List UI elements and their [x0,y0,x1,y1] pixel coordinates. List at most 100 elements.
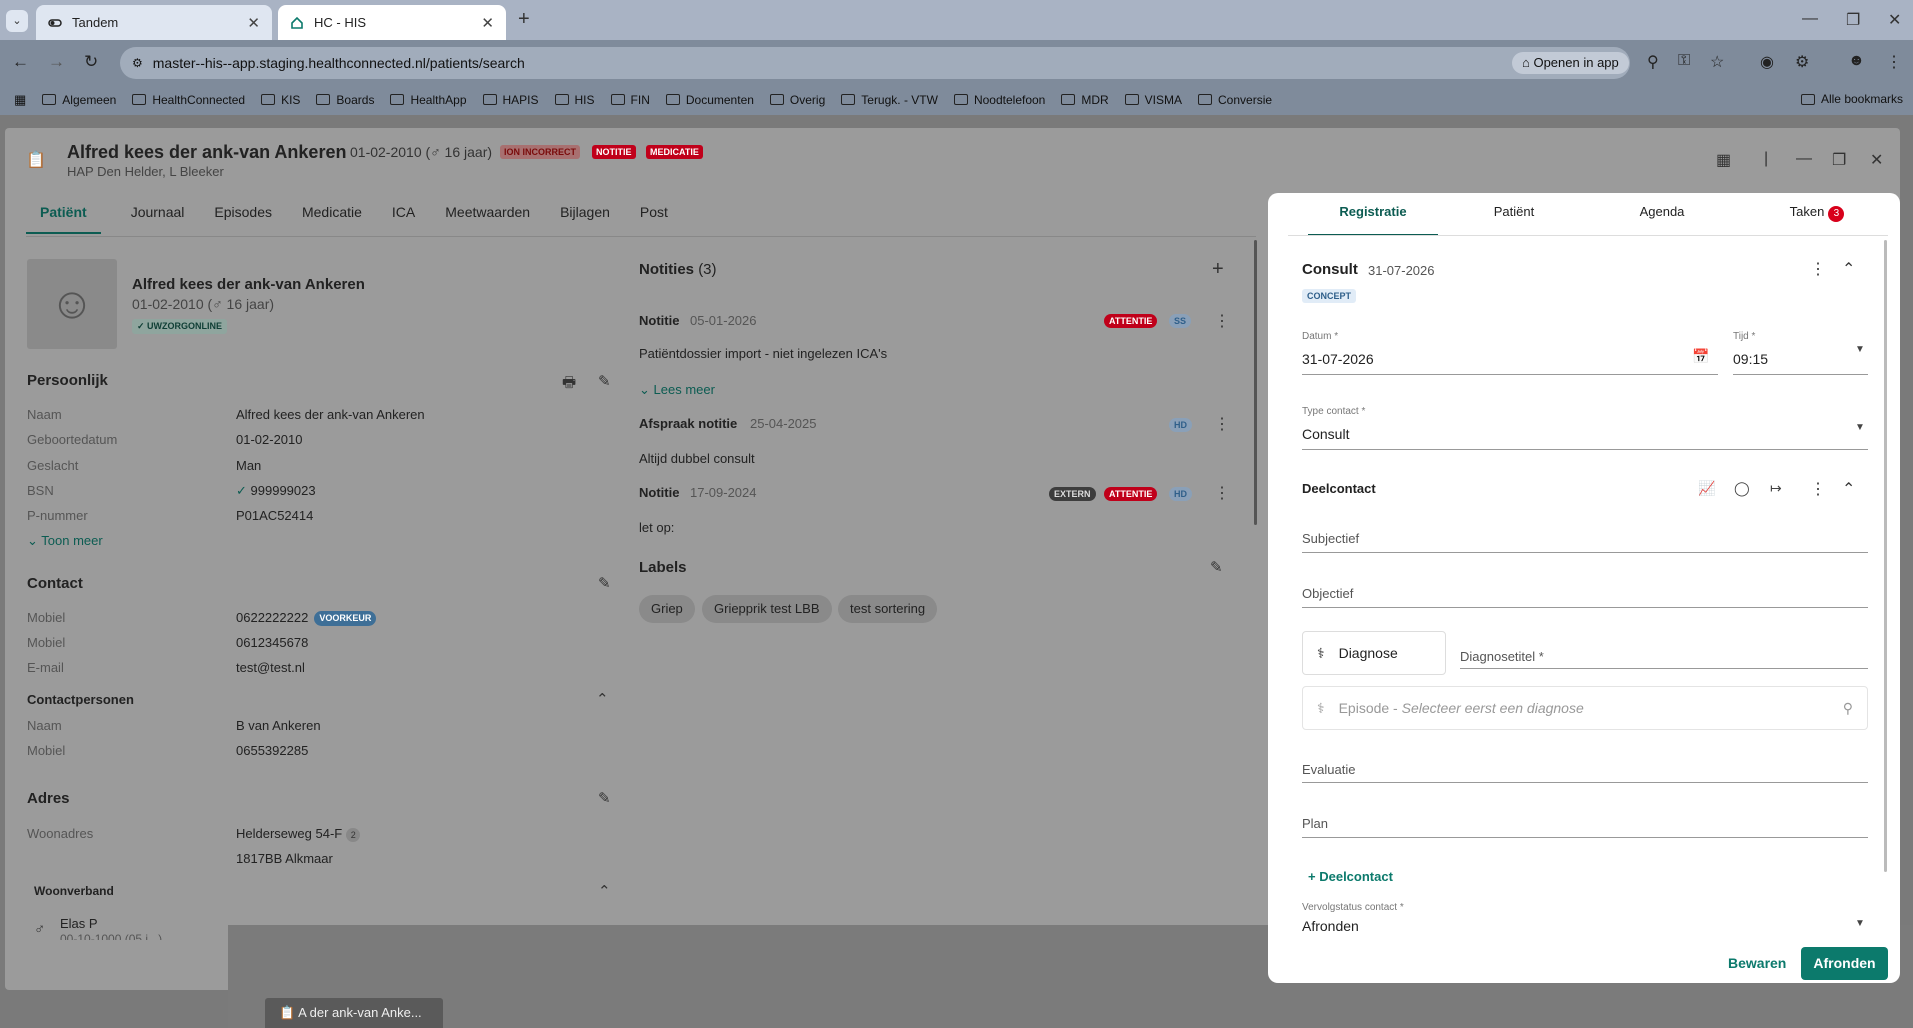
edit-icon[interactable]: ✎ [598,789,611,807]
apps-grid-icon[interactable]: ▦ [14,92,26,108]
note-menu-icon[interactable]: ⋮ [1214,414,1230,434]
add-deelcontact-button[interactable]: + Deelcontact [1308,869,1393,884]
bookmark-star-icon[interactable]: ☆ [1710,52,1724,72]
tab-meetwaarden[interactable]: Meetwaarden [431,204,544,234]
datum-input[interactable]: 31-07-2026 [1302,351,1374,367]
browser-menu-icon[interactable]: ⋮ [1886,52,1902,72]
tab-agenda[interactable]: Agenda [1612,204,1712,236]
extension-toggle-icon[interactable]: ◉ [1760,52,1774,72]
collapse-icon[interactable]: ⌃ [1842,259,1855,279]
browser-tab-his[interactable]: HC - HIS ✕ [278,5,506,40]
bookmark-folder[interactable]: HIS [554,93,595,107]
close-tab-icon[interactable]: ✕ [481,14,494,32]
browser-tab-tandem[interactable]: Tandem ✕ [36,5,272,40]
bookmark-folder[interactable]: Terugk. - VTW [841,93,938,107]
back-icon[interactable]: ← [12,52,29,72]
evaluatie-field[interactable]: Evaluatie [1302,762,1355,777]
chevron-up-icon[interactable]: ⌃ [596,690,609,708]
note-menu-icon[interactable]: ⋮ [1214,483,1230,503]
scrollbar[interactable] [1884,240,1887,872]
bookmark-folder[interactable]: HealthConnected [132,93,245,107]
close-tab-icon[interactable]: ✕ [247,14,260,32]
edit-icon[interactable]: ✎ [598,372,611,390]
search-icon[interactable]: ⚲ [1843,700,1853,717]
chevron-up-icon[interactable]: ⌃ [598,882,611,900]
bookmark-folder[interactable]: HAPIS [482,93,539,107]
calendar-icon[interactable]: 📅 [1692,348,1709,365]
zoom-icon[interactable]: ⚲ [1647,52,1659,72]
minimize-window-icon[interactable]: — [1802,10,1818,28]
pills-icon[interactable]: ◯ [1734,480,1750,497]
label-chip[interactable]: Griepprik test LBB [702,595,832,623]
tijd-select[interactable]: 09:15 [1733,351,1768,367]
toon-meer-link[interactable]: ⌄ Toon meer [27,533,103,549]
deelcontact-menu-icon[interactable]: ⋮ [1810,479,1826,499]
bookmark-folder[interactable]: FIN [610,93,650,107]
profile-icon[interactable]: ☻ [1848,52,1865,70]
print-icon[interactable]: 🖶 [562,372,576,397]
bookmark-folder[interactable]: Boards [316,93,374,107]
dropdown-icon[interactable]: ▼ [1855,918,1865,929]
episode-field[interactable]: ⚕ Episode - Selecteer eerst een diagnose ⚲ [1302,686,1868,730]
reload-icon[interactable]: ↻ [84,52,98,72]
close-patient-icon[interactable]: ✕ [1870,150,1883,170]
bookmark-folder[interactable]: Noodtelefoon [953,93,1045,107]
minimized-patient-tab[interactable]: 📋 A der ank-van Anke... [265,998,443,1028]
bewaren-button[interactable]: Bewaren [1728,955,1786,971]
edit-icon[interactable]: ✎ [598,574,611,592]
bookmark-folder[interactable]: Overig [769,93,825,107]
bookmark-folder[interactable]: VISMA [1124,93,1182,107]
tab-episodes[interactable]: Episodes [200,204,286,234]
tab-taken[interactable]: Taken 3 [1772,204,1862,236]
vervolgstatus-select[interactable]: Afronden [1302,918,1359,934]
new-tab-icon[interactable]: + [518,8,530,31]
address-bar[interactable]: ⚙ master--his--app.staging.healthconnect… [120,47,1630,79]
lees-meer-link[interactable]: ⌄ Lees meer [639,382,715,398]
site-info-icon[interactable]: ⚙ [132,56,143,70]
export-icon[interactable]: ↦ [1770,480,1782,497]
scrollbar[interactable] [1254,240,1257,525]
all-bookmarks[interactable]: Alle bookmarks [1800,92,1903,106]
diagnose-button[interactable]: ⚕ Diagnose [1302,631,1446,675]
tab-patient-panel[interactable]: Patiënt [1464,204,1564,236]
bookmark-folder[interactable]: Documenten [665,93,754,107]
bookmark-folder[interactable]: Conversie [1198,93,1272,107]
tab-patient[interactable]: Patiënt [26,204,101,234]
bookmark-folder[interactable]: MDR [1061,93,1109,107]
afronden-button[interactable]: Afronden [1801,947,1888,980]
plan-field[interactable]: Plan [1302,816,1328,831]
extensions-icon[interactable]: ⚙ [1795,52,1809,72]
consult-menu-icon[interactable]: ⋮ [1810,259,1826,279]
subjectief-field[interactable]: Subjectief [1302,531,1359,546]
tab-post[interactable]: Post [626,204,682,234]
edit-icon[interactable]: ✎ [1210,558,1223,576]
bookmark-folder[interactable]: HealthApp [390,93,467,107]
type-contact-select[interactable]: Consult [1302,426,1349,442]
dropdown-icon[interactable]: ▼ [1855,422,1865,433]
objectief-field[interactable]: Objectief [1302,586,1353,601]
forward-icon[interactable]: → [48,52,65,72]
tab-journaal[interactable]: Journaal [117,204,199,234]
tab-ica[interactable]: ICA [378,204,429,234]
tab-bijlagen[interactable]: Bijlagen [546,204,624,234]
label-chip[interactable]: Griep [639,595,695,623]
tab-search-icon[interactable]: ⌄ [6,10,28,32]
note-menu-icon[interactable]: ⋮ [1214,311,1230,331]
grid-view-icon[interactable]: ▦ [1716,150,1731,170]
label-chip[interactable]: test sortering [838,595,938,623]
key-icon[interactable]: ⚿ [1678,52,1690,70]
tab-registratie[interactable]: Registratie [1308,204,1438,236]
bookmark-folder[interactable]: Algemeen [42,93,116,107]
dropdown-icon[interactable]: ▼ [1855,344,1865,355]
tab-medicatie[interactable]: Medicatie [288,204,376,234]
restore-window-icon[interactable]: ❐ [1846,10,1860,30]
close-window-icon[interactable]: ✕ [1888,10,1901,30]
chart-icon[interactable]: 📈 [1698,480,1715,497]
popout-icon[interactable]: ❐ [1832,150,1846,170]
minimize-panel-icon[interactable]: — [1796,150,1812,168]
add-note-icon[interactable]: + [1212,258,1224,281]
open-in-app-button[interactable]: ⌂ Openen in app [1512,52,1629,74]
diagnosetitel-field[interactable]: Diagnosetitel * [1460,649,1544,664]
bookmark-folder[interactable]: KIS [261,93,300,107]
collapse-icon[interactable]: ⌃ [1842,479,1855,499]
